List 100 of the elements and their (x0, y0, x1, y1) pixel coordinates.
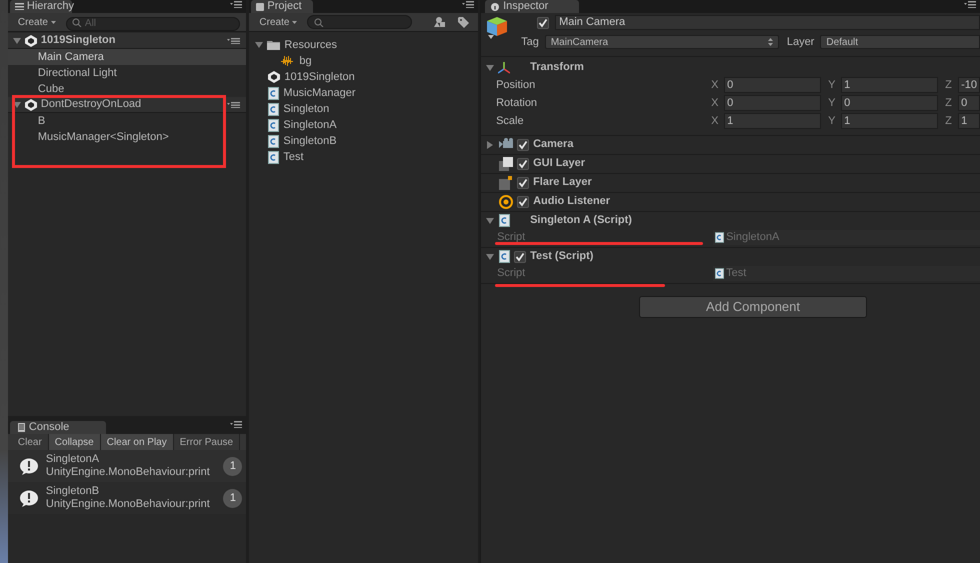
component-header[interactable]: Flare Layer (481, 174, 980, 192)
script-file-icon (715, 268, 724, 279)
document-icon (18, 423, 25, 432)
layer-dropdown[interactable]: Default (820, 35, 980, 50)
create-dropdown[interactable]: Create (255, 14, 302, 30)
caret-icon (50, 20, 56, 24)
up-down-caret-icon (768, 38, 773, 46)
info-icon (491, 2, 500, 10)
number-field[interactable]: 0 (724, 77, 822, 93)
audio-listener-icon (499, 194, 514, 208)
panel-menu-icon (230, 1, 242, 8)
layer-label: Layer (786, 35, 814, 50)
checkmark-icon (515, 252, 526, 262)
component-header[interactable]: Camera (481, 136, 980, 154)
enable-checkbox[interactable] (517, 138, 530, 150)
add-component-button[interactable]: Add Component (639, 296, 868, 318)
toolbar-toggle[interactable]: Collapse (48, 434, 101, 450)
folder-icon (267, 40, 280, 50)
axis-label: Z (945, 114, 953, 129)
axis-label: Z (945, 96, 953, 111)
scene-header[interactable]: DontDestroyOnLoad (8, 97, 246, 113)
panel-tab[interactable]: Project (251, 0, 314, 13)
tag-icon (458, 16, 469, 28)
enable-checkbox[interactable] (517, 196, 530, 208)
checkmark-icon (518, 196, 528, 206)
number-field[interactable]: 0 (724, 95, 822, 111)
script-file-icon (715, 232, 724, 243)
number-field[interactable]: 1 (958, 113, 980, 129)
checkmark-icon (518, 140, 528, 150)
number-field[interactable]: 0 (841, 95, 938, 111)
axis-label: Y (828, 114, 836, 129)
project-item[interactable]: Resources (249, 37, 478, 53)
axis-label: X (711, 96, 720, 111)
panel-tab[interactable]: Hierarchy (10, 0, 72, 13)
property-label: Scale (496, 114, 525, 129)
component-header[interactable]: GUI Layer (481, 154, 980, 172)
checkmark-icon (518, 158, 528, 168)
enable-checkbox[interactable] (517, 176, 530, 188)
log-message-title: SingletonA (46, 453, 100, 466)
project-item[interactable]: 1019Singleton (249, 69, 478, 85)
search-field[interactable] (307, 15, 412, 29)
log-message-detail: UnityEngine.MonoBehaviour:print (46, 498, 211, 511)
warning-bubble-icon (20, 458, 38, 474)
axis-gizmo-icon (498, 62, 510, 74)
enable-checkbox[interactable] (514, 250, 526, 262)
number-field[interactable]: 1 (841, 77, 938, 93)
axis-label: Y (828, 78, 836, 93)
search-icon (72, 18, 82, 27)
tag-dropdown[interactable]: MainCamera (544, 35, 779, 50)
project-item[interactable]: bg (249, 53, 478, 69)
hierarchy-item[interactable]: B (8, 113, 246, 129)
enable-checkbox[interactable] (517, 158, 530, 170)
hierarchy-item[interactable]: Cube (8, 81, 246, 97)
caret-icon (292, 20, 298, 24)
number-field[interactable]: 0 (958, 95, 980, 111)
number-field[interactable]: 1 (724, 113, 822, 129)
checkmark-icon (518, 178, 528, 188)
expand-triangle-icon (12, 100, 21, 108)
project-item[interactable]: SingletonB (249, 133, 478, 149)
script-file-icon (268, 86, 280, 100)
project-item[interactable]: Test (249, 149, 478, 165)
component-header[interactable]: Singleton A (Script) (481, 212, 980, 230)
log-message-title: SingletonB (46, 485, 100, 498)
active-checkbox[interactable] (537, 16, 550, 28)
name-field[interactable]: Main Camera (555, 15, 980, 30)
script-file-icon (268, 102, 280, 116)
number-field[interactable]: -10 (958, 77, 980, 93)
panel-menu-icon (230, 421, 242, 428)
hierarchy-item[interactable]: Main Camera (8, 49, 246, 65)
count-badge: 1 (223, 488, 242, 508)
hierarchy-item[interactable]: Directional Light (8, 65, 246, 81)
component-header[interactable]: Transform (481, 58, 980, 76)
checkmark-icon (538, 18, 548, 28)
unity-logo-icon (24, 34, 37, 46)
panel-tab[interactable]: Inspector (485, 0, 580, 13)
tab-square-icon (256, 2, 264, 10)
menu-icon (227, 102, 240, 108)
tag-label: Tag (521, 35, 539, 50)
project-item[interactable]: Singleton (249, 101, 478, 117)
project-item[interactable]: SingletonA (249, 117, 478, 133)
property-label: Script (497, 266, 526, 282)
panel-menu-icon (462, 1, 474, 8)
scene-header[interactable]: 1019Singleton (8, 33, 246, 49)
project-item[interactable]: MusicManager (249, 85, 478, 101)
audio-waveform-icon (281, 56, 296, 66)
panel-tab[interactable]: Console (10, 421, 106, 434)
shapes-icon (434, 17, 445, 27)
menu-icon (227, 38, 240, 44)
axis-label: Z (945, 78, 953, 93)
panel-menu-icon (964, 1, 976, 8)
number-field[interactable]: 1 (841, 113, 938, 129)
script-file-icon (268, 118, 280, 132)
script-file-icon (499, 214, 510, 227)
component-header[interactable]: Audio Listener (481, 192, 980, 210)
axis-label: Y (828, 96, 836, 111)
create-dropdown[interactable]: Create (14, 14, 60, 30)
hierarchy-item[interactable]: MusicManager<Singleton> (8, 129, 246, 145)
toolbar-toggle[interactable]: Clear on Play (100, 434, 174, 450)
script-file-icon (268, 134, 280, 148)
component-header[interactable]: Test (Script) (481, 248, 980, 266)
